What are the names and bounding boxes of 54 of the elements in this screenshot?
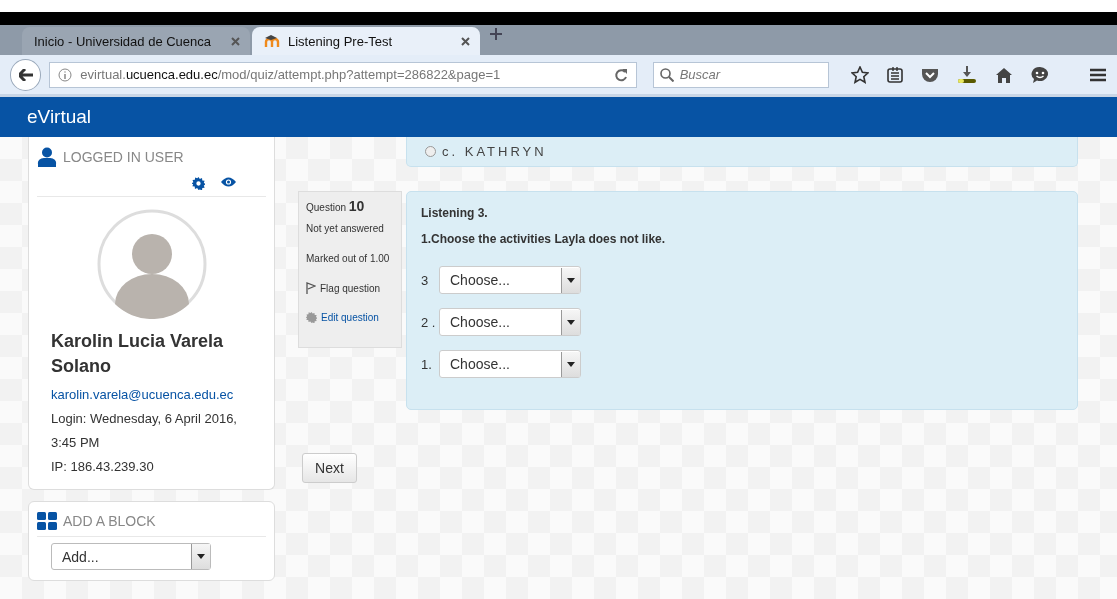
user-name: Karolin Lucia Varela Solano — [51, 330, 225, 378]
question-marks: Marked out of 1.00 — [306, 253, 391, 264]
menu-icon[interactable] — [1089, 66, 1107, 83]
block-title: ADD A BLOCK — [63, 513, 156, 529]
close-icon[interactable] — [231, 36, 240, 46]
question-number: Question 10 — [306, 198, 366, 214]
block-title: LOGGED IN USER — [63, 149, 184, 165]
add-block-select[interactable]: Add... — [51, 543, 211, 570]
answer-select[interactable]: Choose... — [439, 266, 581, 294]
address-bar[interactable]: evirtual.ucuenca.edu.ec/mod/quiz/attempt.php?attempt=286822&page=1 — [49, 61, 637, 88]
chat-icon[interactable] — [1031, 65, 1049, 84]
flag-icon[interactable] — [306, 282, 316, 294]
dropdown-caret-icon[interactable] — [191, 544, 210, 569]
reading-list-icon[interactable] — [887, 66, 903, 83]
gear-icon — [306, 312, 317, 323]
answer-select[interactable]: Choose... — [439, 350, 581, 378]
user-icon — [37, 147, 57, 167]
dropdown-caret-icon[interactable] — [561, 267, 580, 293]
item-label: 3 — [421, 272, 430, 288]
next-button[interactable]: Next — [302, 453, 357, 483]
site-title[interactable]: eVirtual — [27, 106, 92, 128]
back-button[interactable] — [10, 58, 42, 91]
flag-question-link[interactable]: Flag question — [320, 282, 381, 294]
close-icon[interactable] — [461, 36, 470, 46]
star-icon[interactable] — [851, 65, 869, 84]
settings-icon[interactable] — [192, 177, 205, 190]
blocks-icon — [37, 512, 57, 530]
radio-button[interactable] — [425, 146, 436, 157]
item-label: 1. — [421, 356, 433, 372]
dropdown-caret-icon[interactable] — [561, 309, 580, 335]
browser-tab[interactable]: Listening Pre-Test — [252, 27, 480, 55]
download-icon[interactable] — [957, 65, 977, 84]
option-label: c. KATHRYN — [442, 144, 547, 159]
question-title: Listening 3. — [421, 206, 489, 220]
eye-icon[interactable] — [221, 177, 236, 187]
info-icon[interactable] — [58, 67, 73, 82]
ip-address: IP: 186.43.239.30 — [51, 458, 155, 476]
edit-question-link[interactable]: Edit question — [321, 312, 379, 323]
item-label: 2 . — [421, 314, 433, 330]
email-link[interactable]: karolin.varela@ucuenca.edu.ec — [51, 383, 252, 407]
login-time: Login: Wednesday, 6 April 2016, 3:45 PM — [51, 410, 238, 452]
home-icon[interactable] — [995, 66, 1013, 83]
reload-icon[interactable] — [613, 67, 628, 82]
answer-select[interactable]: Choose... — [439, 308, 581, 336]
search-icon — [659, 67, 674, 82]
browser-tab[interactable]: Inicio - Universidad de Cuenca — [22, 27, 250, 55]
dropdown-caret-icon[interactable] — [561, 351, 580, 377]
question-prompt: 1.Choose the activities Layla does not like. — [421, 232, 667, 246]
back-arrow-icon — [18, 68, 33, 81]
search-field[interactable]: Buscar — [652, 61, 829, 88]
graduation-cap-icon — [264, 35, 280, 47]
pocket-icon[interactable] — [921, 66, 939, 83]
new-tab-icon[interactable] — [490, 27, 502, 40]
question-status: Not yet answered — [306, 223, 385, 234]
